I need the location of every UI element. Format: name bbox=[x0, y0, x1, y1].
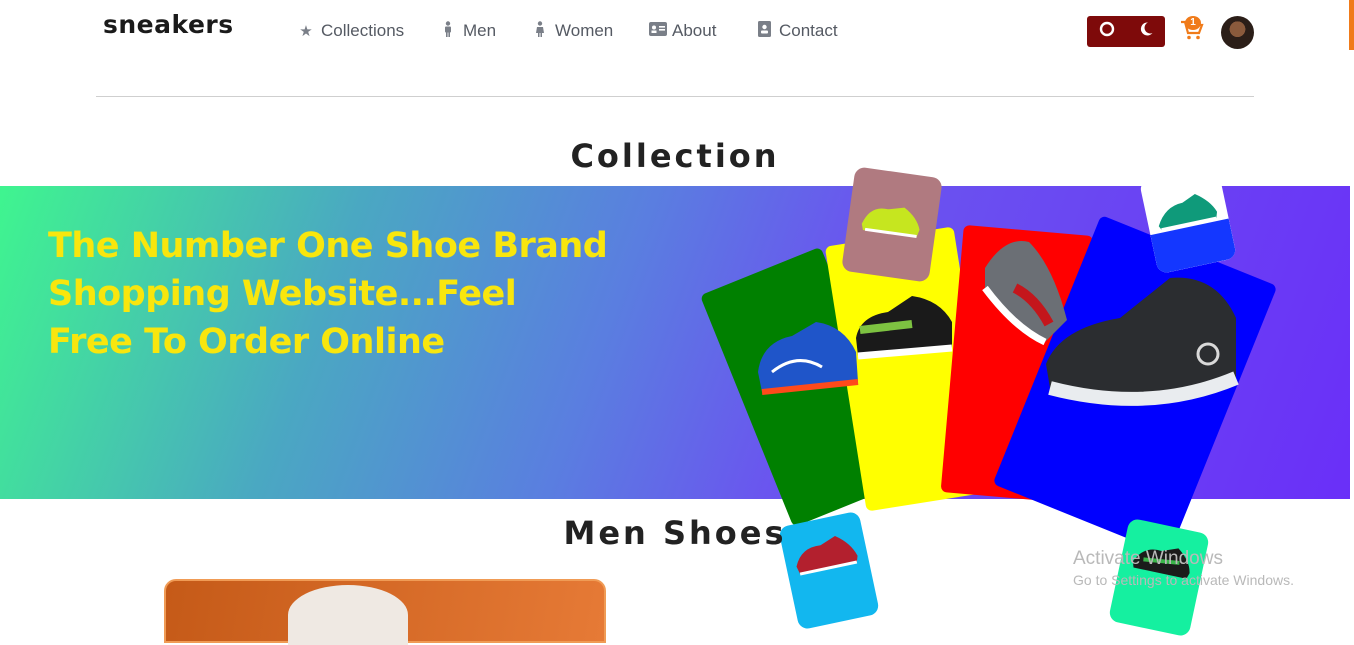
nav-collections-label: Collections bbox=[321, 21, 405, 40]
woman-icon bbox=[532, 21, 548, 41]
power-icon[interactable] bbox=[1099, 21, 1115, 42]
contact-book-icon bbox=[756, 21, 772, 41]
collection-title: Collection bbox=[570, 137, 780, 175]
nav-men-label: Men bbox=[463, 21, 497, 40]
nav-women-label: Women bbox=[555, 21, 614, 40]
nav-about[interactable]: About bbox=[649, 21, 716, 41]
brand-logo[interactable]: sneakers bbox=[103, 10, 234, 39]
nav-about-label: About bbox=[672, 21, 717, 40]
product-image bbox=[288, 585, 408, 645]
nav-collections[interactable]: ★ Collections bbox=[298, 21, 404, 41]
tagline-line-1: The Number One Shoe Brand bbox=[48, 226, 608, 266]
nav-contact-label: Contact bbox=[779, 21, 838, 40]
men-shoes-title: Men Shoes bbox=[563, 514, 787, 552]
star-icon: ★ bbox=[299, 23, 313, 40]
banner-tagline: The Number One Shoe Brand Shopping Websi… bbox=[48, 222, 648, 366]
nav-women[interactable]: Women bbox=[532, 21, 613, 41]
tagline-line-2: Shopping Website...Feel bbox=[48, 274, 517, 314]
avatar[interactable] bbox=[1221, 16, 1254, 49]
watermark-subtitle: Go to Settings to activate Windows. bbox=[1073, 572, 1294, 588]
moon-icon[interactable] bbox=[1138, 21, 1154, 42]
header-divider bbox=[96, 96, 1254, 97]
theme-toggle[interactable] bbox=[1087, 16, 1165, 47]
nav-contact[interactable]: Contact bbox=[756, 21, 838, 41]
id-card-icon bbox=[649, 22, 667, 40]
tagline-line-3: Free To Order Online bbox=[48, 322, 445, 362]
cart-count-badge: 1 bbox=[1185, 16, 1201, 30]
watermark-title: Activate Windows bbox=[1073, 548, 1223, 569]
product-card[interactable] bbox=[164, 579, 606, 645]
scroll-accent bbox=[1349, 0, 1354, 50]
man-icon bbox=[440, 21, 456, 41]
nav-men[interactable]: Men bbox=[440, 21, 496, 41]
